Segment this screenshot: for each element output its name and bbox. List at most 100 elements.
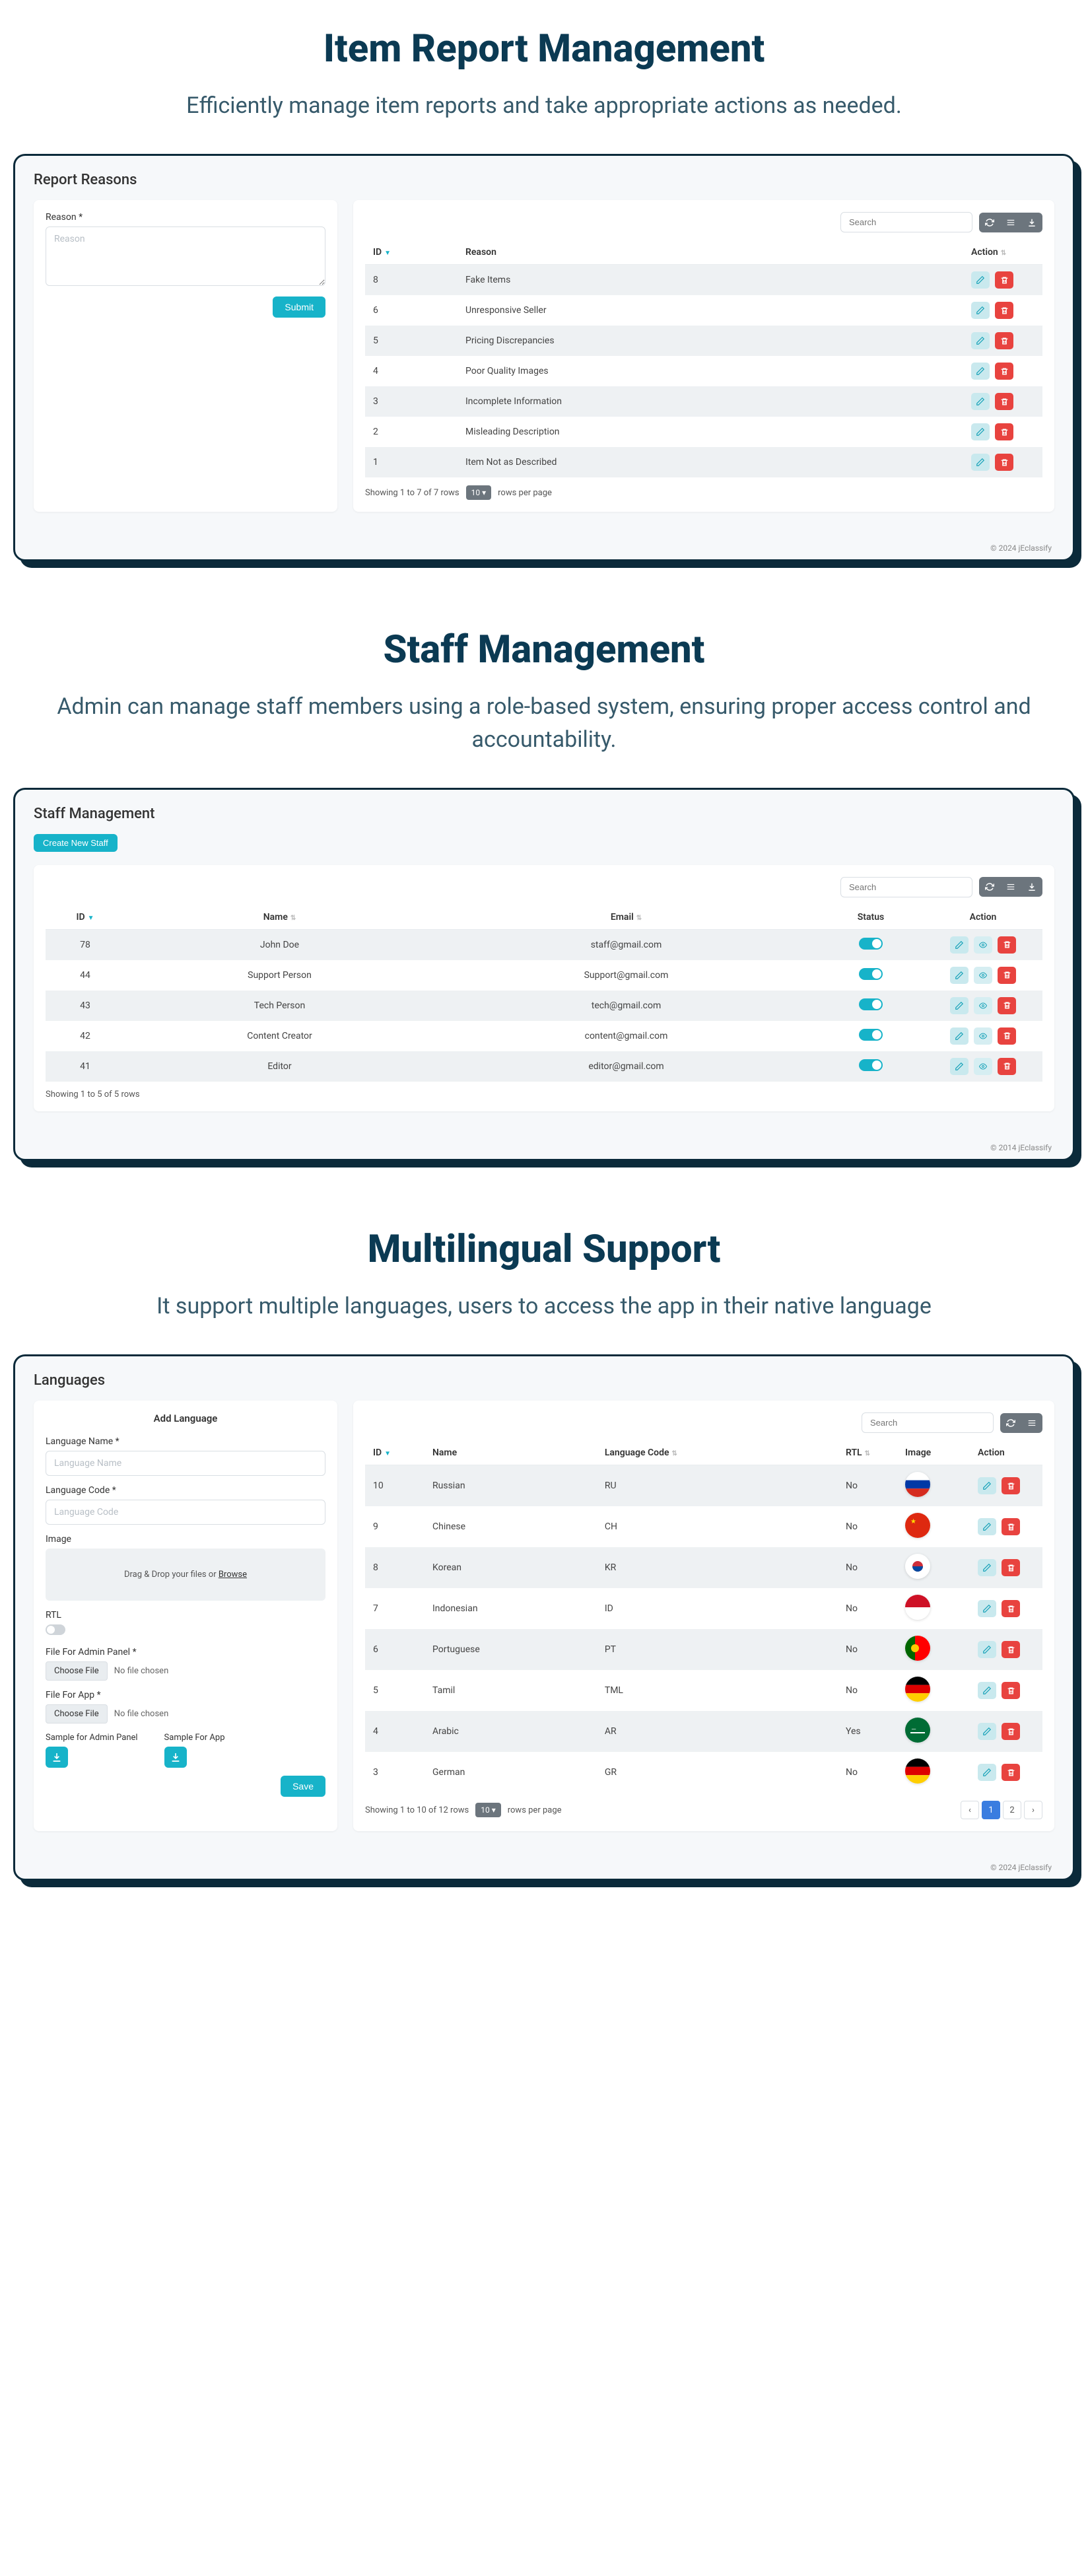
delete-button[interactable] <box>1002 1559 1020 1576</box>
flag-icon <box>905 1636 930 1661</box>
list-icon[interactable] <box>1002 214 1020 231</box>
edit-button[interactable] <box>950 1027 969 1045</box>
delete-button[interactable] <box>995 393 1013 410</box>
download-sample-admin[interactable] <box>46 1747 68 1768</box>
edit-button[interactable] <box>950 967 969 984</box>
edit-button[interactable] <box>971 363 990 380</box>
download-sample-app[interactable] <box>164 1747 187 1768</box>
page-2[interactable]: 2 <box>1003 1801 1021 1819</box>
rtl-toggle[interactable] <box>46 1624 65 1635</box>
page-1[interactable]: 1 <box>982 1801 1000 1819</box>
delete-button[interactable] <box>1002 1477 1020 1494</box>
delete-button[interactable] <box>995 423 1013 440</box>
per-page-select[interactable]: 10 ▾ <box>475 1803 501 1817</box>
col-name[interactable]: Name <box>425 1441 597 1465</box>
save-button[interactable]: Save <box>281 1776 325 1797</box>
browse-link[interactable]: Browse <box>219 1570 247 1580</box>
reason-input[interactable] <box>46 226 325 286</box>
view-button[interactable] <box>974 997 992 1014</box>
page-next[interactable]: › <box>1024 1801 1042 1819</box>
edit-button[interactable] <box>950 997 969 1014</box>
edit-button[interactable] <box>971 423 990 440</box>
refresh-icon[interactable] <box>1002 1414 1020 1432</box>
status-toggle[interactable] <box>859 998 883 1010</box>
delete-button[interactable] <box>998 936 1016 954</box>
choose-file-app[interactable]: Choose File <box>46 1704 108 1723</box>
delete-button[interactable] <box>998 1027 1016 1045</box>
status-toggle[interactable] <box>859 1029 883 1041</box>
delete-button[interactable] <box>995 454 1013 471</box>
edit-button[interactable] <box>978 1641 996 1658</box>
section-item-report: Item Report Management Efficiently manag… <box>13 26 1075 561</box>
cell-id: 4 <box>365 356 458 386</box>
delete-button[interactable] <box>998 1058 1016 1075</box>
table-row: 8KoreanKRNo <box>365 1547 1042 1588</box>
edit-button[interactable] <box>950 936 969 954</box>
choose-file-admin[interactable]: Choose File <box>46 1661 108 1681</box>
delete-button[interactable] <box>995 332 1013 349</box>
view-button[interactable] <box>974 1027 992 1045</box>
lang-code-input[interactable] <box>46 1500 325 1525</box>
download-icon[interactable] <box>1023 214 1041 231</box>
table-row: 4ArabicARYesـــ <box>365 1711 1042 1752</box>
col-id[interactable]: ID▼ <box>46 905 125 930</box>
download-icon[interactable] <box>1023 878 1041 895</box>
list-icon[interactable] <box>1023 1414 1041 1432</box>
col-id[interactable]: ID▼ <box>365 1441 425 1465</box>
delete-button[interactable] <box>1002 1641 1020 1658</box>
search-input[interactable] <box>840 877 972 897</box>
edit-button[interactable] <box>950 1058 969 1075</box>
view-button[interactable] <box>974 936 992 954</box>
refresh-icon[interactable] <box>980 214 999 231</box>
delete-button[interactable] <box>998 997 1016 1014</box>
col-id[interactable]: ID▼ <box>365 240 458 265</box>
edit-button[interactable] <box>978 1477 996 1494</box>
delete-button[interactable] <box>995 302 1013 319</box>
toolbar-icons <box>1000 1413 1042 1433</box>
delete-button[interactable] <box>995 363 1013 380</box>
image-dropzone[interactable]: Drag & Drop your files or Browse <box>46 1549 325 1601</box>
edit-button[interactable] <box>978 1682 996 1699</box>
view-button[interactable] <box>974 967 992 984</box>
search-input[interactable] <box>862 1412 994 1433</box>
edit-button[interactable] <box>978 1723 996 1740</box>
delete-button[interactable] <box>995 271 1013 289</box>
delete-button[interactable] <box>1002 1723 1020 1740</box>
edit-button[interactable] <box>971 302 990 319</box>
col-reason[interactable]: Reason <box>458 240 963 265</box>
edit-button[interactable] <box>971 271 990 289</box>
delete-button[interactable] <box>998 967 1016 984</box>
status-toggle[interactable] <box>859 968 883 980</box>
delete-button[interactable] <box>1002 1600 1020 1617</box>
delete-button[interactable] <box>1002 1518 1020 1535</box>
edit-button[interactable] <box>971 393 990 410</box>
col-code[interactable]: Language Code⇅ <box>597 1441 838 1465</box>
edit-button[interactable] <box>971 332 990 349</box>
search-input[interactable] <box>840 212 972 232</box>
table-row: 1Item Not as Described <box>365 447 1042 477</box>
status-toggle[interactable] <box>859 938 883 950</box>
view-button[interactable] <box>974 1058 992 1075</box>
col-name[interactable]: Name⇅ <box>125 905 434 930</box>
cell-name: German <box>425 1752 597 1793</box>
per-page-select[interactable]: 10 ▾ <box>466 485 492 500</box>
create-staff-button[interactable]: Create New Staff <box>34 834 118 852</box>
lang-name-input[interactable] <box>46 1451 325 1476</box>
edit-button[interactable] <box>978 1600 996 1617</box>
edit-button[interactable] <box>978 1559 996 1576</box>
edit-button[interactable] <box>971 454 990 471</box>
panel-footer: © 2014 jEclassify <box>34 1138 1054 1152</box>
delete-button[interactable] <box>1002 1682 1020 1699</box>
submit-button[interactable]: Submit <box>273 296 325 318</box>
col-email[interactable]: Email⇅ <box>434 905 818 930</box>
page-prev[interactable]: ‹ <box>961 1801 979 1819</box>
flag-icon <box>905 1472 930 1497</box>
edit-button[interactable] <box>978 1518 996 1535</box>
col-rtl[interactable]: RTL⇅ <box>838 1441 897 1465</box>
status-toggle[interactable] <box>859 1059 883 1071</box>
edit-button[interactable] <box>978 1764 996 1781</box>
table-row: 41Editoreditor@gmail.com <box>46 1051 1042 1082</box>
refresh-icon[interactable] <box>980 878 999 895</box>
delete-button[interactable] <box>1002 1764 1020 1781</box>
list-icon[interactable] <box>1002 878 1020 895</box>
